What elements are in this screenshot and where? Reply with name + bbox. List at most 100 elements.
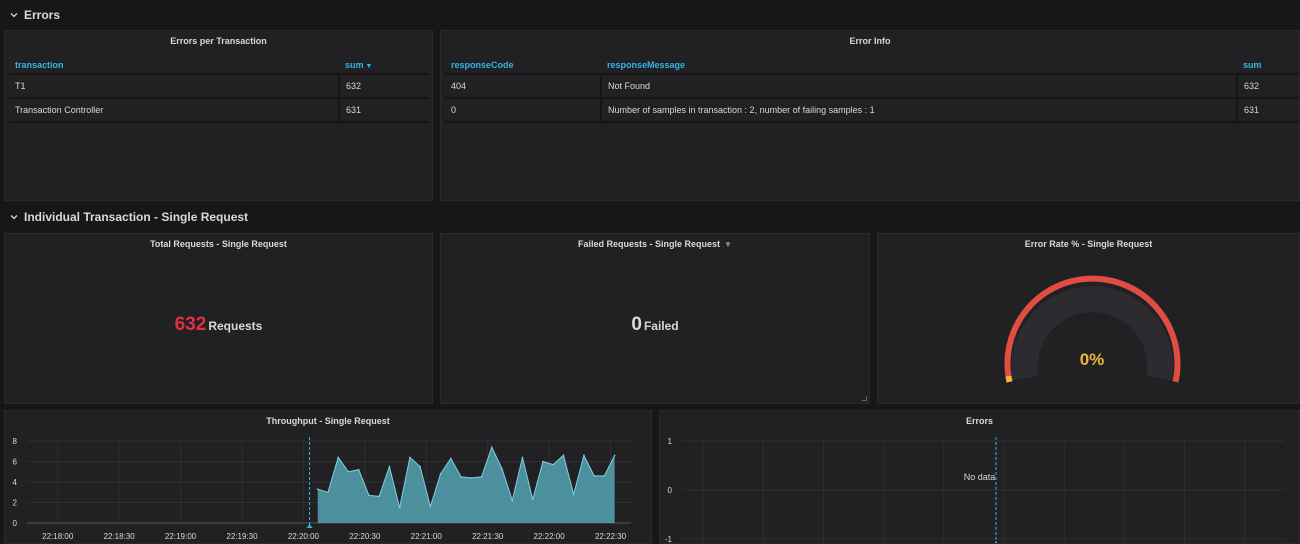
column-header-sum[interactable]: sum	[1237, 56, 1299, 75]
y-tick-label: 1	[668, 437, 673, 446]
data-point	[429, 505, 432, 508]
data-point	[583, 454, 585, 457]
y-tick-label: 4	[13, 478, 18, 487]
chevron-down-icon	[10, 13, 18, 18]
stat-number: 0	[631, 314, 642, 335]
data-point	[470, 477, 473, 479]
table-row: 404 Not Found 632	[445, 74, 1299, 99]
annotation-icon	[306, 524, 313, 528]
x-tick-label: 22:21:00	[411, 532, 443, 541]
column-header-responsecode[interactable]: responseCode	[445, 56, 601, 75]
row-header-individual-transaction[interactable]: Individual Transaction - Single Request	[0, 202, 1300, 232]
sort-desc-icon: ▼	[365, 62, 373, 70]
y-tick-label: 0	[13, 519, 18, 528]
x-tick-label: 22:22:00	[534, 532, 566, 541]
series-area	[317, 447, 615, 523]
cell-sum: 631	[338, 98, 430, 123]
failed-requests-panel: Failed Requests - Single Request ▼ 0 Faile…	[440, 233, 870, 404]
data-point	[542, 460, 544, 463]
table-row: T1 632	[9, 74, 430, 99]
x-tick-label: 22:21:30	[472, 532, 504, 541]
data-point	[572, 493, 575, 496]
gauge-value: 0%	[1080, 350, 1105, 369]
errors-per-transaction-table: transaction sum ▼ T1 632 Transaction Cont…	[9, 56, 430, 123]
data-point	[521, 456, 524, 459]
data-point	[552, 463, 554, 466]
y-tick-label: 2	[13, 499, 18, 508]
row-header-errors[interactable]: Errors	[0, 0, 1300, 30]
cell-sum: 631	[1236, 98, 1299, 123]
x-tick-label: 22:18:30	[104, 532, 136, 541]
caret-down-icon: ▼	[724, 240, 732, 249]
cell-transaction: Transaction Controller	[9, 98, 339, 123]
data-point	[531, 498, 534, 501]
stat-unit: Requests	[208, 319, 263, 333]
cell-sum: 632	[338, 74, 430, 99]
column-header-responsemessage[interactable]: responseMessage	[601, 56, 1237, 75]
x-tick-label: 22:19:30	[226, 532, 258, 541]
x-tick-label: 22:22:30	[595, 532, 627, 541]
data-point	[490, 446, 493, 448]
column-header-sum[interactable]: sum ▼	[339, 56, 430, 75]
data-point	[347, 470, 350, 473]
cell-transaction: T1	[9, 74, 339, 99]
stat-value: 0 Failed	[441, 314, 869, 336]
data-point	[388, 465, 391, 468]
error-info-table: responseCode responseMessage sum 404 Not…	[445, 56, 1299, 123]
data-point	[439, 473, 442, 475]
cell-responsecode: 404	[445, 74, 601, 99]
data-point	[378, 495, 380, 498]
panel-title[interactable]: Error Info	[441, 34, 1299, 48]
data-point	[593, 475, 595, 477]
error-rate-gauge: 0%	[1004, 275, 1181, 383]
table-row: 0 Number of samples in transaction : 2, …	[445, 98, 1299, 123]
row-title: Individual Transaction - Single Request	[24, 210, 249, 224]
x-tick-label: 22:20:00	[288, 532, 320, 541]
data-point	[327, 491, 329, 494]
data-point	[357, 468, 360, 471]
data-point	[316, 488, 319, 490]
error-rate-panel: Error Rate % - Single Request 0%	[877, 233, 1300, 404]
data-point	[603, 475, 606, 477]
stat-value: 632 Requests	[5, 314, 432, 336]
data-point	[398, 506, 401, 509]
data-point	[419, 465, 421, 468]
panel-title[interactable]: Errors per Transaction	[5, 34, 432, 48]
panel-title[interactable]: Failed Requests - Single Request ▼	[441, 237, 869, 251]
data-point	[337, 456, 340, 459]
cell-responsecode: 0	[445, 98, 601, 123]
errors-chart-panel: Errors 1 0 -1 No data	[659, 410, 1300, 544]
data-point	[562, 454, 565, 457]
panel-title[interactable]: Total Requests - Single Request	[5, 237, 432, 251]
y-tick-label: 6	[13, 458, 18, 467]
cell-responsemessage: Number of samples in transaction : 2, nu…	[600, 98, 1237, 123]
gauge-zero-marker	[1005, 375, 1013, 383]
data-point	[450, 457, 452, 460]
y-tick-label: 8	[13, 437, 18, 446]
column-header-transaction[interactable]: transaction	[9, 56, 339, 75]
data-point	[460, 476, 462, 478]
data-point	[409, 456, 411, 459]
stat-unit: Failed	[643, 319, 679, 333]
chevron-down-icon	[10, 215, 18, 220]
x-tick-label: 22:19:00	[165, 532, 197, 541]
data-point	[501, 467, 503, 470]
table-row: Transaction Controller 631	[9, 98, 430, 123]
cell-sum: 632	[1236, 74, 1299, 99]
error-info-panel: Error Info responseCode responseMessage …	[440, 30, 1300, 201]
row-title: Errors	[24, 8, 61, 22]
data-point	[368, 494, 370, 497]
data-point	[511, 499, 514, 502]
x-tick-label: 22:18:00	[42, 532, 74, 541]
total-requests-panel: Total Requests - Single Request 632 Reque…	[4, 233, 433, 404]
data-point	[480, 476, 483, 478]
throughput-panel: Throughput - Single Request 0 2 4 6 8 22:18:0…	[4, 410, 652, 544]
data-point	[613, 454, 616, 457]
no-data-label: No data	[963, 472, 996, 482]
resize-handle[interactable]	[862, 396, 867, 401]
cell-responsemessage: Not Found	[600, 74, 1237, 99]
x-tick-label: 22:20:30	[349, 532, 381, 541]
stat-number: 632	[174, 314, 207, 335]
throughput-chart[interactable]: 0 2 4 6 8 22:18:00 22:18:30 22:19:00 22:19:30 22:…	[5, 411, 652, 544]
y-tick-label: 0	[668, 486, 673, 495]
